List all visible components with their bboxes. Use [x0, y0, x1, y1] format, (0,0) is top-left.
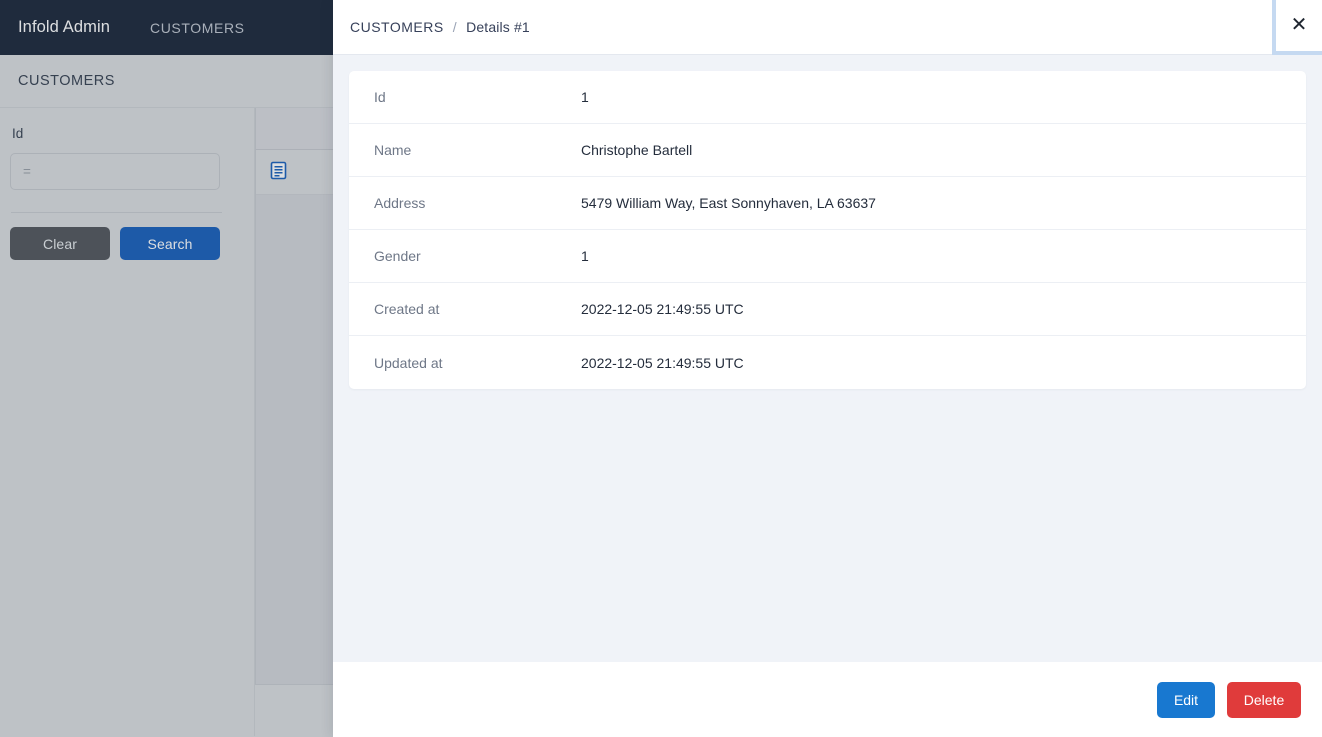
- detail-row-created-at: Created at 2022-12-05 21:49:55 UTC: [349, 283, 1306, 336]
- detail-key: Address: [374, 195, 426, 211]
- breadcrumb-separator: /: [452, 19, 458, 35]
- delete-button[interactable]: Delete: [1227, 681, 1301, 718]
- detail-key: Updated at: [374, 354, 443, 371]
- filter-actions: Clear Search: [10, 227, 244, 260]
- edit-button[interactable]: Edit: [1157, 681, 1215, 718]
- id-filter-input[interactable]: [10, 153, 220, 190]
- row-details-action-cell[interactable]: [256, 149, 328, 195]
- app-brand[interactable]: Infold Admin: [18, 18, 110, 37]
- search-button[interactable]: Search: [120, 227, 220, 260]
- drawer-header: CUSTOMERS / Details #1 ✕: [333, 0, 1322, 55]
- detail-value: 2022-12-05 21:49:55 UTC: [581, 354, 744, 371]
- details-drawer: CUSTOMERS / Details #1 ✕ Id 1 Name Chris…: [333, 0, 1322, 737]
- drawer-body: Id 1 Name Christophe Bartell Address 547…: [333, 55, 1322, 662]
- clear-button[interactable]: Clear: [10, 227, 110, 260]
- close-icon[interactable]: ✕: [1272, 0, 1322, 55]
- detail-key: Name: [374, 142, 412, 158]
- detail-value: Christophe Bartell: [581, 142, 693, 158]
- detail-value: 1: [581, 89, 589, 105]
- document-icon[interactable]: [270, 161, 287, 183]
- breadcrumb: CUSTOMERS / Details #1: [333, 19, 530, 35]
- detail-value: 5479 William Way, East Sonnyhaven, LA 63…: [581, 195, 876, 211]
- details-card: Id 1 Name Christophe Bartell Address 547…: [349, 71, 1306, 389]
- detail-key: Id: [374, 89, 386, 105]
- id-filter-label: Id: [12, 126, 24, 141]
- column-header-actions: [256, 108, 328, 150]
- page-title: CUSTOMERS: [18, 73, 115, 89]
- topnav-item-customers[interactable]: CUSTOMERS: [150, 20, 245, 36]
- breadcrumb-current: Details #1: [466, 19, 530, 35]
- filter-sidebar: Id Clear Search: [0, 108, 255, 736]
- detail-key: Created at: [374, 301, 440, 317]
- filter-divider: [11, 212, 222, 213]
- detail-row-updated-at: Updated at 2022-12-05 21:49:55 UTC: [349, 336, 1306, 389]
- detail-row-address: Address 5479 William Way, East Sonnyhave…: [349, 177, 1306, 230]
- detail-row-gender: Gender 1: [349, 230, 1306, 283]
- drawer-footer: Edit Delete: [333, 662, 1322, 737]
- detail-row-name: Name Christophe Bartell: [349, 124, 1306, 177]
- detail-value: 1: [581, 248, 589, 264]
- detail-value: 2022-12-05 21:49:55 UTC: [581, 301, 744, 317]
- detail-row-id: Id 1: [349, 71, 1306, 124]
- breadcrumb-parent[interactable]: CUSTOMERS: [350, 19, 444, 35]
- detail-key: Gender: [374, 248, 421, 264]
